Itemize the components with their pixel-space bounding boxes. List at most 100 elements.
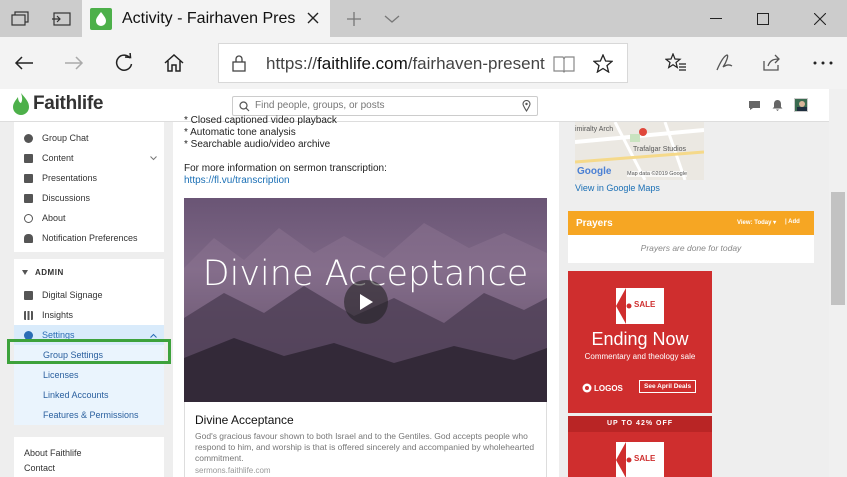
settings-sub-features-permissions[interactable]: Features & Permissions	[14, 405, 164, 425]
sidebar-item-about[interactable]: About	[14, 208, 164, 228]
share-icon[interactable]	[754, 45, 790, 81]
tab-list-chevron-icon[interactable]	[372, 0, 412, 37]
lock-icon	[232, 55, 246, 72]
post-more-info: For more information on sermon transcrip…	[184, 163, 387, 174]
sidebar-item-label: Discussions	[42, 193, 91, 203]
more-menu-icon[interactable]	[805, 45, 841, 81]
prayers-empty-message: Prayers are done for today	[640, 243, 742, 253]
transcription-link[interactable]: https://fl.vu/transcription	[184, 175, 387, 186]
search-input[interactable]: Find people, groups, or posts	[232, 96, 538, 116]
chevron-down-icon[interactable]	[150, 156, 157, 161]
user-avatar[interactable]	[794, 98, 808, 112]
new-tab-icon[interactable]	[334, 0, 374, 37]
faithlife-favicon-icon	[90, 7, 112, 30]
back-arrow-icon[interactable]	[6, 45, 42, 81]
logo-text: Faithlife	[33, 93, 104, 114]
sidebar-item-group-chat[interactable]: Group Chat	[14, 128, 164, 148]
tab-close-icon[interactable]	[304, 9, 322, 27]
about-faithlife-link[interactable]: About Faithlife	[24, 446, 164, 461]
logos-logo-icon	[582, 383, 592, 393]
sidebar-item-digital-signage[interactable]: Digital Signage	[14, 285, 164, 305]
location-map[interactable]: imiralty Arch Trafalgar Studios Google M…	[575, 122, 704, 180]
prayers-add-label: Add	[788, 219, 800, 225]
prayers-widget: Prayers View: Today ▾ | Add Prayers are …	[568, 211, 814, 263]
sidebar-item-label: Presentations	[42, 173, 98, 183]
faithlife-flame-icon	[13, 93, 29, 115]
video-card-description: God's gracious favour shown to both Isra…	[195, 431, 535, 463]
forward-arrow-icon[interactable]	[56, 45, 92, 81]
map-attribution: Map data ©2019 Google	[627, 171, 688, 177]
video-info-card[interactable]: Divine Acceptance God's gracious favour …	[184, 402, 547, 477]
favorites-hub-icon[interactable]	[658, 45, 694, 81]
settings-sub-linked-accounts[interactable]: Linked Accounts	[14, 385, 164, 405]
video-card-source: sermons.faithlife.com	[195, 466, 271, 475]
footer-links-card: About Faithlife Contact	[14, 437, 164, 477]
close-window-icon[interactable]	[797, 0, 843, 37]
sidebar-item-label: Insights	[42, 310, 74, 320]
set-aside-tabs-icon[interactable]	[0, 0, 40, 37]
group-settings-highlight-box	[7, 339, 171, 364]
refresh-icon[interactable]	[106, 45, 142, 81]
sale-tag-icon: SALE	[616, 288, 664, 324]
play-icon	[360, 294, 373, 310]
logos-sale-ad-2[interactable]: UP TO 42% OFF SALE	[568, 416, 712, 477]
settings-sub-licenses[interactable]: Licenses	[14, 365, 164, 385]
logos-sale-ad[interactable]: SALE Ending Now Commentary and theology …	[568, 271, 712, 413]
admin-section-toggle[interactable]: ADMIN	[14, 259, 164, 285]
address-bar-row: https://faithlife.com/fairhaven-present	[0, 37, 847, 89]
search-placeholder: Find people, groups, or posts	[255, 100, 385, 111]
bell-icon	[24, 233, 33, 243]
location-pin-icon[interactable]	[522, 100, 531, 112]
admin-section-label: ADMIN	[35, 267, 64, 277]
video-card-title: Divine Acceptance	[195, 413, 294, 427]
url-text: https://faithlife.com/fairhaven-present	[266, 54, 545, 73]
post-line-tone-analysis: * Automatic tone analysis	[184, 127, 296, 138]
sidebar-item-presentations[interactable]: Presentations	[14, 168, 164, 188]
prayers-view-filter[interactable]: View: Today ▾	[737, 219, 776, 226]
folder-icon	[24, 153, 33, 163]
discussion-icon	[24, 193, 33, 203]
see-april-deals-button[interactable]: See April Deals	[639, 380, 697, 393]
prayers-title: Prayers	[576, 217, 613, 229]
activity-post: * Closed captioned video playback * Auto…	[173, 115, 559, 477]
post-line-archive: * Searchable audio/video archive	[184, 139, 331, 150]
web-note-pen-icon[interactable]	[706, 45, 742, 81]
sidebar-item-label: Content	[42, 153, 74, 163]
sidebar-item-label: Notification Preferences	[42, 233, 138, 243]
favorite-star-icon[interactable]	[593, 54, 613, 73]
sidebar-item-insights[interactable]: Insights	[14, 305, 164, 325]
sale-badge-text: SALE	[634, 300, 656, 309]
map-label-admiralty-arch: imiralty Arch	[575, 126, 614, 133]
sidebar-item-content[interactable]: Content	[14, 148, 164, 168]
prayers-view-label: View: Today	[737, 220, 772, 226]
chevron-up-icon[interactable]	[150, 333, 157, 338]
insights-bar-chart-icon	[24, 310, 33, 320]
view-in-google-maps-link[interactable]: View in Google Maps	[575, 183, 660, 193]
prayers-add-button[interactable]: | Add	[785, 219, 800, 225]
reading-view-icon[interactable]	[553, 55, 575, 73]
tab-preview-icon[interactable]	[41, 0, 81, 37]
video-thumbnail[interactable]: Divine Acceptance	[184, 198, 547, 402]
play-button[interactable]	[344, 280, 388, 324]
minimize-icon[interactable]	[693, 0, 739, 37]
address-bar[interactable]: https://faithlife.com/fairhaven-present	[218, 43, 628, 83]
contact-link[interactable]: Contact	[24, 461, 164, 476]
messages-icon[interactable]	[748, 100, 761, 111]
scrollbar-thumb[interactable]	[831, 192, 845, 305]
post-line-closed-captioned: * Closed captioned video playback	[184, 115, 337, 126]
faithlife-logo[interactable]: Faithlife	[12, 93, 103, 115]
home-icon[interactable]	[156, 45, 192, 81]
info-icon	[24, 213, 33, 223]
search-icon	[239, 101, 250, 112]
logos-brand-text: LOGOS	[594, 383, 623, 393]
signage-icon	[24, 290, 33, 300]
page-scrollbar[interactable]	[829, 89, 847, 477]
prayers-header: Prayers View: Today ▾ | Add	[568, 211, 814, 235]
presentation-icon	[24, 173, 33, 183]
tab-activity[interactable]: Activity - Fairhaven Pres	[82, 0, 330, 37]
sidebar-item-discussions[interactable]: Discussions	[14, 188, 164, 208]
notifications-bell-icon[interactable]	[772, 99, 783, 111]
sidebar-item-notification-preferences[interactable]: Notification Preferences	[14, 228, 164, 248]
maximize-icon[interactable]	[740, 0, 786, 37]
sidebar-item-label: Digital Signage	[42, 290, 103, 300]
